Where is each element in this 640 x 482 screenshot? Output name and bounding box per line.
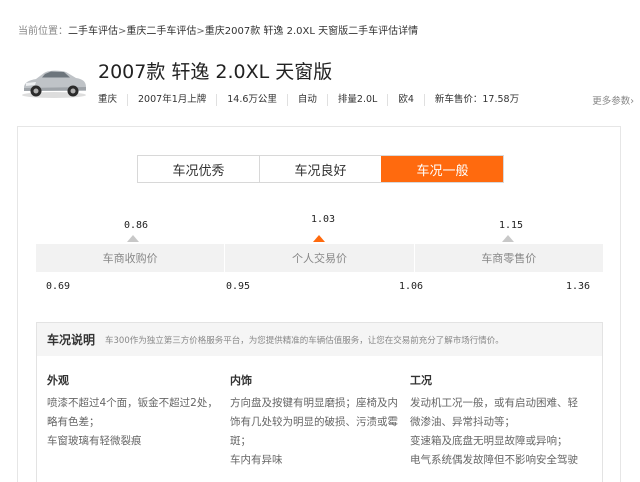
car-specs: 重庆 2007年1月上牌 14.6万公里 自动 排量2.0L 欧4 新车售价：1… (98, 93, 529, 107)
condition-description: 车况说明 车300作为独立第三方价格服务平台，为您提供精准的车辆估值服务，让您在… (36, 322, 603, 482)
breadcrumb-link-city-appraisal[interactable]: 重庆二手车评估 (126, 26, 196, 37)
breadcrumb-separator: > (196, 26, 205, 37)
column-line: 车内有异味 (230, 454, 283, 466)
column-heading: 外观 (47, 374, 69, 387)
column-line: 饰有几处较为明显的破损、污渍或霉 (230, 416, 398, 428)
spec-city: 重庆 (98, 94, 118, 105)
range-value-min: 0.69 (46, 281, 71, 292)
spec-new-car-price: 新车售价：17.58万 (423, 94, 529, 106)
column-heading: 内饰 (230, 374, 252, 387)
private-trade-marker-icon (313, 235, 325, 242)
price-range-bar: 车商收购价 个人交易价 车商零售价 (36, 244, 603, 272)
column-line: 车窗玻璃有轻微裂痕 (47, 435, 142, 447)
spec-displacement: 排量2.0L (326, 94, 387, 106)
condition-column-interior: 内饰 方向盘及按键有明显磨损；座椅及内 饰有几处较为明显的破损、污渍或霉 斑； … (230, 372, 410, 470)
condition-column-exterior: 外观 喷漆不超过4个面，钣金不超过2处， 略有色差； 车窗玻璃有轻微裂痕 (47, 372, 227, 451)
condition-title: 车况说明 (47, 333, 96, 347)
column-line: 电气系统偶发故障但不影响安全驾驶 (410, 454, 578, 466)
tab-condition-good[interactable]: 车况良好 (259, 156, 381, 182)
condition-column-mechanical: 工况 发动机工况一般，或有启动困难、轻 微渗油、异常抖动等； 变速箱及底盘无明显… (410, 372, 595, 470)
breadcrumb-current: 重庆2007款 轩逸 2.0XL 天窗版二手车评估详情 (204, 26, 419, 37)
car-title: 2007款 轩逸 2.0XL 天窗版 (98, 61, 333, 83)
car-thumbnail (22, 70, 86, 98)
range-value-max: 1.36 (566, 281, 591, 292)
spec-emission-standard: 欧4 (387, 94, 424, 106)
range-value-3: 1.06 (399, 281, 424, 292)
dealer-retail-price: 1.15 (499, 220, 524, 231)
column-line: 方向盘及按键有明显磨损；座椅及内 (230, 397, 398, 409)
spec-registration-date: 2007年1月上牌 (127, 94, 216, 106)
column-heading: 工况 (410, 374, 432, 387)
column-line: 斑； (230, 435, 251, 447)
price-label-private-trade: 个人交易价 (224, 244, 413, 272)
column-line: 发动机工况一般，或有启动困难、轻 (410, 397, 578, 409)
spec-mileage: 14.6万公里 (216, 94, 287, 106)
breadcrumb-prefix: 当前位置： (18, 26, 68, 37)
breadcrumb: 当前位置：二手车评估>重庆二手车评估>重庆2007款 轩逸 2.0XL 天窗版二… (18, 22, 418, 37)
price-label-dealer-retail: 车商零售价 (413, 244, 603, 272)
dealer-retail-marker-icon (502, 235, 514, 242)
column-line: 微渗油、异常抖动等； (410, 416, 515, 428)
spec-transmission: 自动 (286, 94, 327, 106)
price-label-dealer-buy: 车商收购价 (102, 252, 158, 265)
range-value-2: 0.95 (226, 281, 251, 292)
column-line: 喷漆不超过4个面，钣金不超过2处， (47, 397, 218, 409)
dealer-buy-marker-icon (127, 235, 139, 242)
condition-tabs: 车况优秀 车况良好 车况一般 (137, 155, 504, 183)
column-line: 略有色差； (47, 416, 100, 428)
dealer-buy-price: 0.86 (124, 220, 149, 231)
condition-intro: 车300作为独立第三方价格服务平台，为您提供精准的车辆估值服务，让您在交易前充分… (105, 335, 504, 346)
breadcrumb-link-appraisal[interactable]: 二手车评估 (68, 26, 118, 37)
more-params-link[interactable]: 更多参数› (592, 93, 634, 107)
column-line: 变速箱及底盘无明显故障或异响； (410, 435, 568, 447)
private-trade-price: 1.03 (311, 214, 336, 225)
tab-condition-fair[interactable]: 车况一般 (381, 156, 503, 182)
tab-condition-excellent[interactable]: 车况优秀 (138, 156, 259, 182)
condition-header: 车况说明 车300作为独立第三方价格服务平台，为您提供精准的车辆估值服务，让您在… (37, 323, 602, 356)
